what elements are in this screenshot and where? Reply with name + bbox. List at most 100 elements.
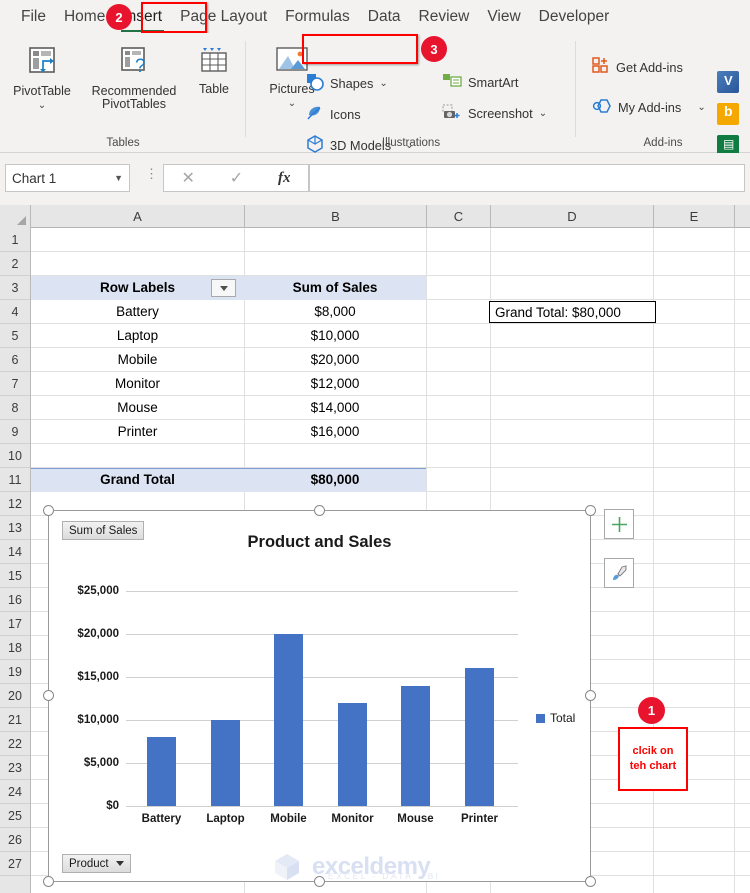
row-header-1[interactable]: 1 bbox=[0, 228, 30, 252]
recommended-line1: Recommended bbox=[91, 83, 177, 98]
row-header-10[interactable]: 10 bbox=[0, 444, 30, 468]
row-header-26[interactable]: 26 bbox=[0, 828, 30, 852]
bar-battery[interactable]: Battery bbox=[142, 737, 181, 825]
step-badge-3: 3 bbox=[421, 36, 447, 62]
row-header-19[interactable]: 19 bbox=[0, 660, 30, 684]
insert-function-icon[interactable]: fx bbox=[278, 170, 291, 187]
row-header-18[interactable]: 18 bbox=[0, 636, 30, 660]
resize-handle-tr[interactable] bbox=[585, 505, 596, 516]
chart-legend[interactable]: Total bbox=[536, 711, 575, 725]
resize-handle-ml[interactable] bbox=[43, 690, 54, 701]
get-addins-button[interactable]: Get Add-ins bbox=[592, 57, 683, 78]
row-header-17[interactable]: 17 bbox=[0, 612, 30, 636]
chevron-down-icon[interactable]: ⌄ bbox=[539, 108, 547, 119]
row-header-14[interactable]: 14 bbox=[0, 540, 30, 564]
row-header-16[interactable]: 16 bbox=[0, 588, 30, 612]
grand-total-textbox[interactable]: Grand Total: $80,000 bbox=[489, 301, 656, 323]
row-header-8[interactable]: 8 bbox=[0, 396, 30, 420]
name-box[interactable]: Chart 1 ▼ bbox=[5, 164, 130, 192]
resize-handle-br[interactable] bbox=[585, 876, 596, 887]
pivot-row-value: $14,000 bbox=[310, 400, 360, 415]
row-header-13[interactable]: 13 bbox=[0, 516, 30, 540]
chevron-down-icon[interactable]: ⌄ bbox=[6, 99, 78, 113]
ribbon-tab-developer[interactable]: Developer bbox=[530, 0, 619, 33]
gridline-y: $25,000 bbox=[77, 585, 518, 597]
row-header-11[interactable]: 11 bbox=[0, 468, 30, 492]
icons-icon bbox=[306, 104, 324, 125]
pivottable-button[interactable]: PivotTable ⌄ bbox=[6, 45, 78, 113]
row-header-27[interactable]: 27 bbox=[0, 852, 30, 876]
shapes-button[interactable]: Shapes ⌄ bbox=[306, 73, 388, 94]
row-header-20[interactable]: 20 bbox=[0, 684, 30, 708]
row-header-25[interactable]: 25 bbox=[0, 804, 30, 828]
chevron-down-icon[interactable] bbox=[115, 861, 124, 866]
bar-laptop[interactable]: Laptop bbox=[206, 720, 245, 825]
bar-monitor[interactable]: Monitor bbox=[331, 702, 374, 825]
my-addins-label: My Add-ins bbox=[618, 100, 682, 115]
row-header-21[interactable]: 21 bbox=[0, 708, 30, 732]
recommended-pivottables-button[interactable]: ? Recommended PivotTables bbox=[78, 45, 190, 112]
get-addins-label: Get Add-ins bbox=[616, 60, 683, 75]
row-header-7[interactable]: 7 bbox=[0, 372, 30, 396]
chevron-down-icon[interactable]: ▼ bbox=[114, 173, 123, 183]
axis-field-button[interactable]: Product bbox=[62, 854, 131, 873]
pivot-row-value: $12,000 bbox=[310, 376, 360, 391]
chevron-down-icon[interactable]: ⌄ bbox=[697, 102, 705, 113]
pivot-chart[interactable]: Sum of Sales Product and Sales $0 $5,000… bbox=[48, 510, 591, 882]
chevron-down-icon[interactable]: ⌄ bbox=[379, 78, 387, 89]
ribbon-tab-view[interactable]: View bbox=[478, 0, 529, 33]
row-header-6[interactable]: 6 bbox=[0, 348, 30, 372]
chart-title[interactable]: Product and Sales bbox=[49, 533, 590, 552]
resize-handle-bl[interactable] bbox=[43, 876, 54, 887]
bing-addin-icon[interactable]: b bbox=[717, 103, 739, 125]
recommended-line2b: PivotTables bbox=[102, 97, 166, 111]
axis-field-label: Product bbox=[69, 857, 109, 870]
row-header-4[interactable]: 4 bbox=[0, 300, 30, 324]
row-header-2[interactable]: 2 bbox=[0, 252, 30, 276]
smartart-button[interactable]: SmartArt bbox=[442, 73, 518, 92]
note-line-1: clcik on bbox=[632, 745, 674, 757]
ribbon-tab-page-layout[interactable]: Page Layout bbox=[171, 0, 276, 33]
row-header-5[interactable]: 5 bbox=[0, 324, 30, 348]
icons-button[interactable]: Icons bbox=[306, 104, 361, 125]
table-button[interactable]: Table bbox=[190, 45, 238, 96]
bar-printer[interactable]: Printer bbox=[461, 668, 498, 825]
visio-addin-icon[interactable]: V bbox=[717, 71, 739, 93]
cancel-icon[interactable]: ✕ bbox=[181, 168, 194, 188]
row-header-22[interactable]: 22 bbox=[0, 732, 30, 756]
resize-handle-bc[interactable] bbox=[314, 876, 325, 887]
row-header-23[interactable]: 23 bbox=[0, 756, 30, 780]
row-header-12[interactable]: 12 bbox=[0, 492, 30, 516]
pivot-filter-button[interactable] bbox=[211, 279, 236, 297]
column-header-b[interactable]: B bbox=[245, 205, 427, 228]
row-header-15[interactable]: 15 bbox=[0, 564, 30, 588]
screenshot-button[interactable]: Screenshot ⌄ bbox=[442, 104, 547, 123]
resize-handle-tl[interactable] bbox=[43, 505, 54, 516]
ribbon-tab-data[interactable]: Data bbox=[359, 0, 410, 33]
ribbon-tab-file[interactable]: File bbox=[12, 0, 55, 33]
chart-elements-button[interactable] bbox=[604, 509, 634, 539]
pivot-row-label: Printer bbox=[117, 424, 158, 439]
row-header-3[interactable]: 3 bbox=[0, 276, 30, 300]
confirm-icon[interactable]: ✓ bbox=[230, 168, 243, 188]
bar-mobile[interactable]: Mobile bbox=[270, 634, 307, 825]
bar-mouse[interactable]: Mouse bbox=[397, 685, 434, 825]
column-header-c[interactable]: C bbox=[427, 205, 491, 228]
resize-handle-tc[interactable] bbox=[314, 505, 325, 516]
gridline-y: $5,000 bbox=[84, 757, 518, 769]
column-header-d[interactable]: D bbox=[491, 205, 654, 228]
chart-styles-button[interactable] bbox=[604, 558, 634, 588]
formula-input[interactable] bbox=[309, 164, 745, 192]
pivot-sum-of-sales-header: Sum of Sales bbox=[292, 280, 378, 295]
column-header-e[interactable]: E bbox=[654, 205, 735, 228]
select-all-corner[interactable] bbox=[0, 205, 31, 228]
pivot-grand-total-label: Grand Total bbox=[100, 472, 175, 487]
ribbon-tab-review[interactable]: Review bbox=[410, 0, 479, 33]
column-header-a[interactable]: A bbox=[31, 205, 245, 228]
ribbon-tab-formulas[interactable]: Formulas bbox=[276, 0, 359, 33]
my-addins-button[interactable]: My Add-ins ⌄ bbox=[592, 97, 706, 118]
resize-handle-mr[interactable] bbox=[585, 690, 596, 701]
smartart-icon bbox=[442, 73, 462, 92]
row-header-24[interactable]: 24 bbox=[0, 780, 30, 804]
row-header-9[interactable]: 9 bbox=[0, 420, 30, 444]
